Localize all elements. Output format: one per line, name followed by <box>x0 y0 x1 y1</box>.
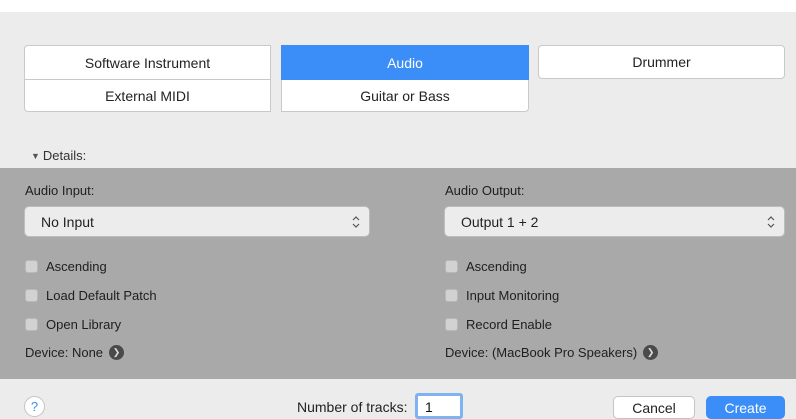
input-device-label: Device: None <box>25 345 104 360</box>
input-device: Device: None ❯ <box>25 345 125 360</box>
details-disclosure[interactable]: ▼ Details: <box>31 148 86 163</box>
load-default-patch-checkbox[interactable]: Load Default Patch <box>25 288 157 303</box>
cancel-button[interactable]: Cancel <box>613 396 695 419</box>
up-down-chevron-icon <box>767 216 775 228</box>
checkbox-box[interactable] <box>445 260 458 273</box>
checkbox-box[interactable] <box>25 260 38 273</box>
open-library-checkbox[interactable]: Open Library <box>25 317 121 332</box>
audio-input-value: No Input <box>41 213 94 230</box>
audio-input-popup[interactable]: No Input <box>24 206 370 237</box>
disclosure-triangle-icon: ▼ <box>31 151 40 161</box>
track-type-guitar-or-bass[interactable]: Guitar or Bass <box>281 80 529 112</box>
output-device-label: Device: (MacBook Pro Speakers) <box>445 345 638 360</box>
help-icon: ? <box>30 399 39 414</box>
track-type-external-midi[interactable]: External MIDI <box>24 80 271 112</box>
checkbox-box[interactable] <box>25 318 38 331</box>
checkbox-label: Ascending <box>46 259 107 274</box>
chevron-right-circle-icon[interactable]: ❯ <box>109 345 125 360</box>
checkbox-box[interactable] <box>25 289 38 302</box>
number-of-tracks-field[interactable]: 1 <box>415 393 463 419</box>
audio-output-popup[interactable]: Output 1 + 2 <box>444 206 785 237</box>
number-of-tracks-label: Number of tracks: <box>297 399 408 415</box>
checkbox-label: Open Library <box>46 317 122 332</box>
record-enable-checkbox[interactable]: Record Enable <box>445 317 552 332</box>
help-button[interactable]: ? <box>24 396 45 417</box>
checkbox-label: Load Default Patch <box>46 288 157 303</box>
details-label: Details: <box>42 148 87 163</box>
input-monitoring-checkbox[interactable]: Input Monitoring <box>445 288 559 303</box>
track-type-drummer[interactable]: Drummer <box>538 45 785 79</box>
create-button[interactable]: Create <box>706 396 785 419</box>
up-down-chevron-icon <box>352 216 360 228</box>
checkbox-box[interactable] <box>445 289 458 302</box>
checkbox-label: Input Monitoring <box>466 288 560 303</box>
chevron-right-circle-icon[interactable]: ❯ <box>643 345 659 360</box>
title-area <box>0 0 796 12</box>
audio-input-label: Audio Input: <box>25 183 95 198</box>
audio-output-value: Output 1 + 2 <box>461 213 539 230</box>
output-ascending-checkbox[interactable]: Ascending <box>445 259 527 274</box>
track-type-audio[interactable]: Audio <box>281 45 529 80</box>
checkbox-box[interactable] <box>445 318 458 331</box>
output-device: Device: (MacBook Pro Speakers) ❯ <box>445 345 659 360</box>
checkbox-label: Ascending <box>466 259 527 274</box>
track-type-software-instrument[interactable]: Software Instrument <box>24 45 271 80</box>
input-ascending-checkbox[interactable]: Ascending <box>25 259 107 274</box>
checkbox-label: Record Enable <box>466 317 552 332</box>
audio-output-label: Audio Output: <box>445 183 525 198</box>
